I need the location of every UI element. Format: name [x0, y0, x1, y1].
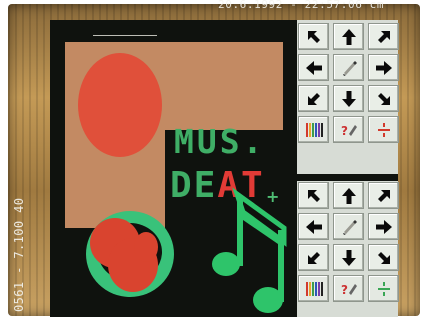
color-bars-button[interactable]: [298, 275, 329, 302]
arrow-right-icon: [375, 219, 392, 234]
canvas-text-mus: MUS.: [174, 122, 266, 161]
eraser-pen-button[interactable]: [333, 54, 364, 81]
color-bars-icon: [305, 281, 323, 296]
arrow-down-icon: [341, 249, 356, 266]
palette-separator: [297, 174, 398, 181]
arrow-down-icon: [341, 90, 356, 107]
arrow-up-right-icon: [377, 189, 390, 202]
arrow-down-button[interactable]: [333, 244, 364, 271]
divide-button[interactable]: [368, 116, 399, 143]
divide-icon: [377, 281, 390, 296]
help-button[interactable]: ?: [333, 275, 364, 302]
red-oval: [78, 53, 162, 157]
arrow-right-icon: [375, 60, 392, 75]
arrow-down-left-button[interactable]: [298, 244, 329, 271]
tool-grid-bottom: ?: [298, 182, 399, 302]
tool-grid-top: ?: [298, 23, 399, 143]
arrow-down-right-button[interactable]: [368, 244, 399, 271]
arrow-up-icon: [341, 28, 356, 45]
drawing-canvas[interactable]: MUS. DEAT +: [50, 20, 294, 317]
white-stroke: [93, 35, 157, 36]
help-button[interactable]: ?: [333, 116, 364, 143]
arrow-right-button[interactable]: [368, 213, 399, 240]
side-code-overlay: 0561 - 7.100 40: [12, 197, 26, 312]
arrow-down-left-icon: [307, 92, 320, 105]
arrow-down-right-icon: [377, 251, 390, 264]
arrow-up-button[interactable]: [333, 182, 364, 209]
eraser-pen-button[interactable]: [333, 213, 364, 240]
red-blob: [134, 232, 158, 262]
eraser-pen-icon: [342, 219, 357, 235]
arrow-up-button[interactable]: [333, 23, 364, 50]
svg-text:?: ?: [341, 124, 348, 138]
arrow-left-icon: [305, 219, 322, 234]
arrow-up-left-button[interactable]: [298, 23, 329, 50]
arrow-up-right-button[interactable]: [368, 182, 399, 209]
color-bars-button[interactable]: [298, 116, 329, 143]
arrow-up-left-icon: [307, 30, 320, 43]
arrow-right-button[interactable]: [368, 54, 399, 81]
divide-icon: [377, 122, 390, 137]
arrow-down-left-icon: [307, 251, 320, 264]
help-icon: ?: [341, 124, 357, 138]
arrow-left-icon: [305, 60, 322, 75]
arrow-up-left-button[interactable]: [298, 182, 329, 209]
arrow-up-right-icon: [377, 30, 390, 43]
color-bars-icon: [305, 122, 323, 137]
svg-text:?: ?: [341, 283, 348, 297]
eraser-pen-icon: [342, 60, 357, 76]
arrow-down-right-icon: [377, 92, 390, 105]
paint-screen: MUS. DEAT + ? ?: [50, 20, 399, 317]
music-note-icon: [212, 187, 287, 313]
arrow-left-button[interactable]: [298, 213, 329, 240]
arrow-down-right-button[interactable]: [368, 85, 399, 112]
arrow-up-left-icon: [307, 189, 320, 202]
help-icon: ?: [341, 283, 357, 297]
divide-button[interactable]: [368, 275, 399, 302]
arrow-down-left-button[interactable]: [298, 85, 329, 112]
arrow-left-button[interactable]: [298, 54, 329, 81]
arrow-up-icon: [341, 187, 356, 204]
arrow-up-right-button[interactable]: [368, 23, 399, 50]
arrow-down-button[interactable]: [333, 85, 364, 112]
timestamp-overlay: 20.6.1992 - 22:57:06 cm: [218, 0, 385, 11]
